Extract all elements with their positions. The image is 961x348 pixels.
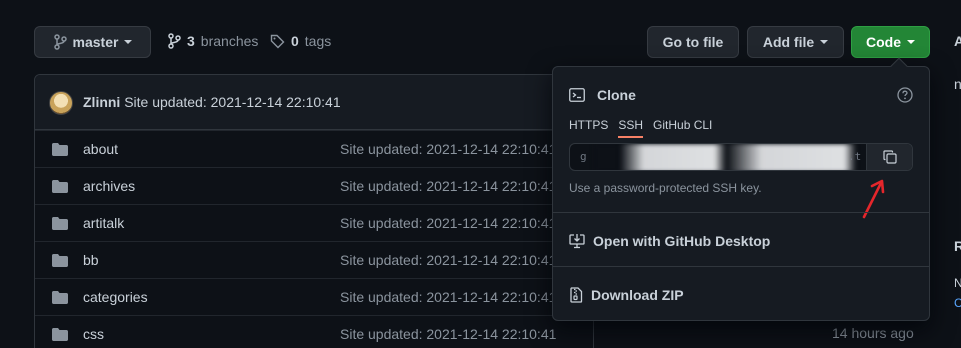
file-commit-message[interactable]: Site updated: 2021-12-14 22:10:41 xyxy=(340,178,556,194)
redaction xyxy=(620,144,856,170)
clone-url-field[interactable]: g .t xyxy=(569,143,913,171)
file-name[interactable]: artitalk xyxy=(83,215,124,231)
desktop-download-icon xyxy=(569,234,585,249)
ssh-hint: Use a password-protected SSH key. xyxy=(569,181,762,195)
branch-icon xyxy=(53,34,67,50)
dropdown-caret xyxy=(890,57,908,75)
file-row[interactable]: artitalk Site updated: 2021-12-14 22:10:… xyxy=(35,204,593,241)
tab-https[interactable]: HTTPS xyxy=(569,118,608,138)
add-file-label: Add file xyxy=(762,34,815,50)
download-zip-label: Download ZIP xyxy=(591,287,684,303)
chevron-down-icon xyxy=(124,40,133,44)
download-zip-button[interactable]: Download ZIP xyxy=(569,285,684,305)
go-to-file-button[interactable]: Go to file xyxy=(647,26,739,58)
open-github-desktop-label: Open with GitHub Desktop xyxy=(593,233,771,249)
about-sidebar-edge: A n R N C xyxy=(943,0,961,348)
file-row[interactable]: categories Site updated: 2021-12-14 22:1… xyxy=(35,278,593,315)
file-row[interactable]: css Site updated: 2021-12-14 22:10:41 xyxy=(35,315,593,348)
folder-icon xyxy=(52,291,68,304)
chevron-down-icon xyxy=(907,40,915,44)
file-row[interactable]: bb Site updated: 2021-12-14 22:10:41 xyxy=(35,241,593,278)
file-age: 14 hours ago xyxy=(832,325,914,341)
tags-label: tags xyxy=(304,33,332,49)
folder-icon xyxy=(52,217,68,230)
file-name[interactable]: about xyxy=(83,141,118,157)
file-list: Zlinni Site updated: 2021-12-14 22:10:41… xyxy=(34,74,594,348)
file-name[interactable]: categories xyxy=(83,289,148,305)
code-label: Code xyxy=(866,34,901,50)
clone-dropdown: Clone HTTPS SSH GitHub CLI g .t Use a pa… xyxy=(552,57,930,321)
clone-url-start: g xyxy=(580,150,587,163)
tags-link[interactable]: 0 tags xyxy=(270,33,331,49)
open-github-desktop-button[interactable]: Open with GitHub Desktop xyxy=(569,231,770,251)
copy-icon xyxy=(882,150,897,164)
sidebar-fragment: R xyxy=(954,238,961,254)
file-name[interactable]: archives xyxy=(83,178,135,194)
clone-url-end: .t xyxy=(848,150,862,163)
clone-tabs: HTTPS SSH GitHub CLI xyxy=(569,118,712,138)
latest-commit-header: Zlinni Site updated: 2021-12-14 22:10:41 xyxy=(35,75,593,130)
folder-icon xyxy=(52,180,68,193)
file-commit-message[interactable]: Site updated: 2021-12-14 22:10:41 xyxy=(340,289,556,305)
add-file-button[interactable]: Add file xyxy=(747,26,844,58)
commit-summary: Zlinni Site updated: 2021-12-14 22:10:41 xyxy=(83,94,341,110)
code-button[interactable]: Code xyxy=(851,26,930,58)
file-commit-message[interactable]: Site updated: 2021-12-14 22:10:41 xyxy=(340,326,556,342)
folder-icon xyxy=(52,254,68,267)
avatar[interactable] xyxy=(49,91,73,115)
divider xyxy=(553,266,929,267)
git-branch-icon xyxy=(168,33,181,49)
commit-author[interactable]: Zlinni xyxy=(83,94,120,110)
zip-icon xyxy=(570,287,583,303)
sidebar-fragment: C xyxy=(954,296,961,310)
sidebar-fragment: N xyxy=(954,276,961,290)
branches-label: branches xyxy=(200,33,259,49)
folder-icon xyxy=(52,328,68,341)
file-row[interactable]: about Site updated: 2021-12-14 22:10:41 xyxy=(35,130,593,167)
file-row[interactable]: archives Site updated: 2021-12-14 22:10:… xyxy=(35,167,593,204)
clone-title: Clone xyxy=(597,87,636,103)
file-name[interactable]: bb xyxy=(83,252,99,268)
file-commit-message[interactable]: Site updated: 2021-12-14 22:10:41 xyxy=(340,141,556,157)
branch-label: master xyxy=(72,34,119,50)
folder-icon xyxy=(52,143,68,156)
sidebar-fragment: A xyxy=(954,33,961,49)
tag-icon xyxy=(270,34,285,48)
copy-button[interactable] xyxy=(866,144,912,170)
tags-count: 0 xyxy=(291,33,299,49)
tab-ssh[interactable]: SSH xyxy=(618,118,644,138)
commit-message[interactable]: Site updated: 2021-12-14 22:10:41 xyxy=(124,94,340,110)
branches-count: 3 xyxy=(187,33,195,49)
sidebar-fragment: n xyxy=(954,76,961,92)
chevron-down-icon xyxy=(820,40,829,44)
go-to-file-label: Go to file xyxy=(662,34,724,50)
divider xyxy=(553,212,929,213)
branch-select-button[interactable]: master xyxy=(34,26,151,58)
terminal-icon xyxy=(569,88,585,102)
file-commit-message[interactable]: Site updated: 2021-12-14 22:10:41 xyxy=(340,252,556,268)
file-name[interactable]: css xyxy=(83,326,104,342)
branches-link[interactable]: 3 branches xyxy=(167,33,258,49)
tab-github-cli[interactable]: GitHub CLI xyxy=(653,118,712,138)
help-icon[interactable] xyxy=(897,87,913,103)
file-commit-message[interactable]: Site updated: 2021-12-14 22:10:41 xyxy=(340,215,556,231)
